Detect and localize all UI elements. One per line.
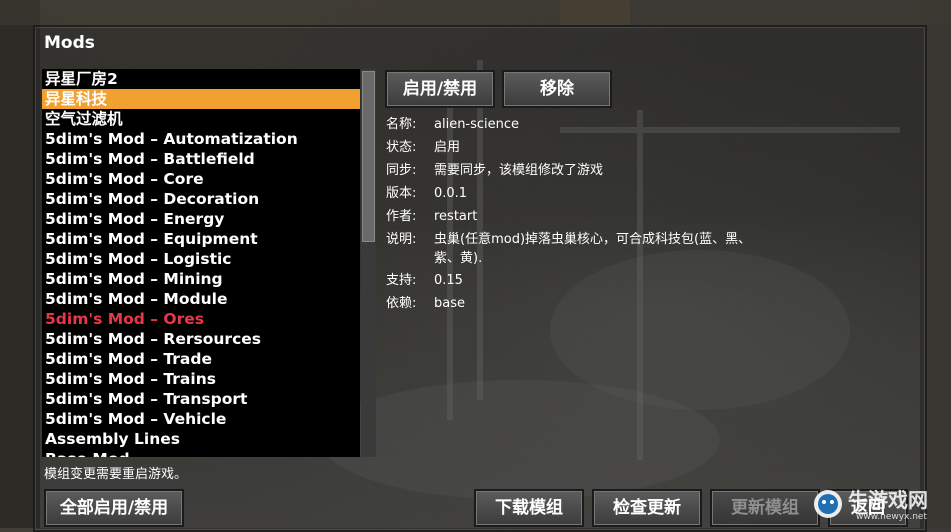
detail-name-value: alien-science — [434, 117, 520, 132]
update-mods-button: 更新模组 — [710, 489, 820, 527]
mods-list[interactable]: 异星厂房2 异星科技 空气过滤机 5dim's Mod – Automatiza… — [42, 69, 360, 457]
list-item[interactable]: Base Mod — [42, 449, 360, 457]
detail-support-key: 支持: — [386, 273, 417, 288]
detail-sync-value: 需要同步，该模组修改了游戏 — [434, 163, 604, 178]
detail-name-key: 名称: — [386, 117, 417, 132]
dialog-title: Mods — [44, 33, 95, 53]
detail-status-value: 启用 — [434, 140, 461, 155]
watermark-url: www.newyx.net — [856, 512, 928, 522]
list-item[interactable]: 5dim's Mod – Trade — [42, 349, 360, 369]
list-item[interactable]: 空气过滤机 — [42, 109, 360, 129]
list-item[interactable]: 5dim's Mod – Vehicle — [42, 409, 360, 429]
list-item[interactable]: Assembly Lines — [42, 429, 360, 449]
detail-support-value: 0.15 — [434, 273, 463, 288]
detail-depends-value: base — [434, 296, 465, 311]
site-watermark: 牛游戏网 www.newyx.net — [808, 482, 951, 528]
detail-description-key: 说明: — [386, 232, 417, 247]
download-mods-button[interactable]: 下载模组 — [474, 489, 584, 527]
scrollbar-thumb[interactable] — [362, 71, 375, 242]
list-item[interactable]: 5dim's Mod – Mining — [42, 269, 360, 289]
list-item-disabled[interactable]: 5dim's Mod – Ores — [42, 309, 360, 329]
detail-description-line2: 紫、黄). — [434, 251, 483, 266]
detail-depends-key: 依赖: — [386, 296, 417, 311]
detail-author-key: 作者: — [386, 209, 417, 224]
list-item[interactable]: 5dim's Mod – Equipment — [42, 229, 360, 249]
list-item[interactable]: 异星厂房2 — [42, 69, 360, 89]
detail-author-value: restart — [434, 209, 478, 224]
list-item[interactable]: 5dim's Mod – Transport — [42, 389, 360, 409]
enable-disable-button[interactable]: 启用/禁用 — [385, 70, 495, 108]
list-item[interactable]: 5dim's Mod – Energy — [42, 209, 360, 229]
restart-notice: 模组变更需要重启游戏。 — [44, 467, 188, 482]
detail-description-line1: 虫巢(任意mod)掉落虫巢核心，可合成科技包(蓝、黑、 — [434, 232, 752, 247]
remove-button[interactable]: 移除 — [502, 70, 612, 108]
mods-dialog: Mods 异星厂房2 异星科技 空气过滤机 5dim's Mod – Autom… — [33, 25, 927, 532]
detail-status-key: 状态: — [386, 140, 417, 155]
list-item[interactable]: 5dim's Mod – Trains — [42, 369, 360, 389]
enable-disable-all-button[interactable]: 全部启用/禁用 — [44, 489, 184, 527]
list-item[interactable]: 5dim's Mod – Module — [42, 289, 360, 309]
watermark-text: 牛游戏网 — [848, 488, 928, 512]
list-item[interactable]: 5dim's Mod – Rersources — [42, 329, 360, 349]
list-item[interactable]: 5dim's Mod – Decoration — [42, 189, 360, 209]
list-item[interactable]: 5dim's Mod – Battlefield — [42, 149, 360, 169]
mods-list-scrollbar[interactable] — [361, 69, 376, 457]
detail-sync-key: 同步: — [386, 163, 417, 178]
list-item-selected[interactable]: 异星科技 — [42, 89, 360, 109]
detail-version-value: 0.0.1 — [434, 186, 468, 201]
detail-version-key: 版本: — [386, 186, 417, 201]
list-item[interactable]: 5dim's Mod – Logistic — [42, 249, 360, 269]
list-item[interactable]: 5dim's Mod – Automatization — [42, 129, 360, 149]
list-item[interactable]: 5dim's Mod – Core — [42, 169, 360, 189]
check-updates-button[interactable]: 检查更新 — [592, 489, 702, 527]
